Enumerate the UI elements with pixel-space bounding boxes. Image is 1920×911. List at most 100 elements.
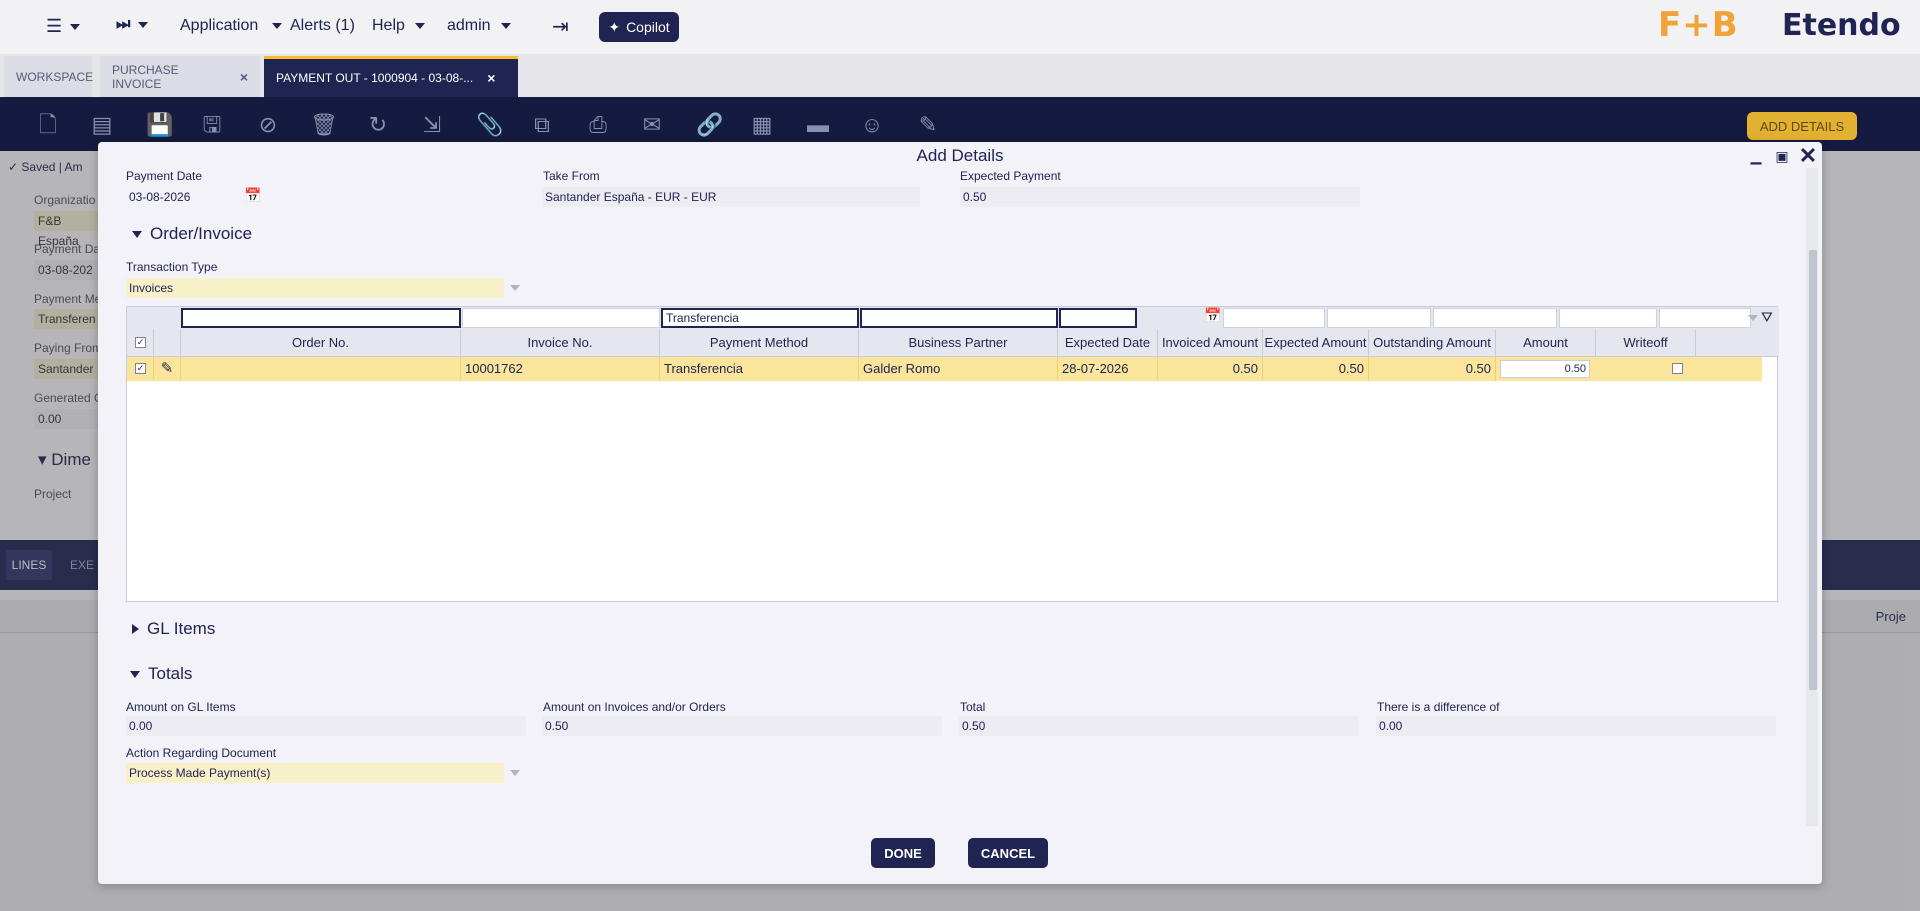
done-button[interactable]: DONE — [871, 838, 935, 868]
totals-section-toggle[interactable]: Totals — [130, 664, 192, 684]
logout-icon[interactable]: ⇥ — [552, 14, 569, 39]
new-document-icon[interactable]: 🗋 — [36, 113, 60, 137]
close-icon[interactable]: × — [487, 70, 495, 86]
order-invoice-section-toggle[interactable]: Order/Invoice — [132, 224, 252, 244]
cell-invoiced-amount: 0.50 — [1158, 357, 1263, 381]
copy-icon[interactable]: ⧉ — [530, 113, 554, 137]
order-invoice-section-title: Order/Invoice — [150, 224, 253, 243]
etendo-logo: Etendo — [1782, 8, 1901, 43]
chevron-down-icon[interactable] — [1748, 315, 1758, 321]
table-row[interactable]: ✓ ✎ 10001762 Transferencia Galder Romo 2… — [127, 357, 1762, 381]
calendar-icon[interactable]: 📅 — [1204, 307, 1221, 324]
total-field[interactable]: 0.50 — [959, 716, 1359, 736]
form-view-icon[interactable]: ▬ — [806, 113, 830, 137]
chevron-down-icon[interactable] — [510, 285, 520, 291]
gl-items-section-toggle[interactable]: GL Items — [132, 619, 215, 639]
pin-icon[interactable]: ✎ — [154, 357, 181, 381]
alerts-label: Alerts (1) — [290, 17, 355, 34]
cell-order-no — [181, 357, 461, 381]
cancel-button[interactable]: CANCEL — [968, 838, 1048, 868]
filter-row: Transferencia 📅 ⛛ — [127, 307, 1779, 329]
filter-writeoff[interactable] — [1659, 308, 1751, 328]
amount-input[interactable]: 0.50 — [1500, 360, 1590, 378]
column-invoice-no[interactable]: Invoice No. — [461, 329, 660, 357]
column-business-partner[interactable]: Business Partner — [859, 329, 1058, 357]
chat-icon[interactable]: ☺ — [860, 113, 884, 137]
help-menu[interactable]: Help — [372, 17, 425, 35]
collapse-icon — [130, 670, 140, 678]
filter-expected-amount[interactable] — [1327, 308, 1431, 328]
menu-list-button[interactable]: ☰ — [46, 16, 81, 37]
select-all-checkbox[interactable]: ✓ — [135, 337, 146, 348]
print-icon[interactable]: ⎙ — [586, 113, 610, 137]
refresh-icon[interactable]: ↻ — [366, 113, 390, 137]
add-details-button[interactable]: ADD DETAILS — [1747, 112, 1857, 140]
column-expected-amount[interactable]: Expected Amount — [1263, 329, 1369, 357]
column-order-no[interactable]: Order No. — [181, 329, 461, 357]
difference-label: There is a difference of — [1377, 700, 1500, 714]
copilot-label: Copilot — [626, 19, 670, 35]
application-menu-label: Application — [180, 17, 259, 34]
close-icon[interactable]: ✕ — [1798, 145, 1818, 167]
new-row-icon[interactable]: ▤ — [90, 113, 114, 137]
column-amount[interactable]: Amount — [1496, 329, 1596, 357]
filter-business-partner[interactable] — [860, 308, 1058, 328]
tab-payment-out[interactable]: PAYMENT OUT - 1000904 - 03-08-... × — [264, 56, 518, 97]
filter-invoiced-amount[interactable] — [1223, 308, 1325, 328]
row-select-cell[interactable]: ✓ — [127, 357, 154, 381]
filter-order-no[interactable] — [181, 308, 461, 328]
cancel-label: CANCEL — [980, 845, 1036, 861]
transaction-type-select[interactable]: Invoices — [126, 278, 504, 298]
column-outstanding-amount[interactable]: Outstanding Amount — [1369, 329, 1496, 357]
difference-field[interactable]: 0.00 — [1376, 716, 1776, 736]
notes-icon[interactable]: ✎ — [916, 113, 940, 137]
filter-expected-date[interactable] — [1059, 308, 1137, 328]
invoice-grid: Transferencia 📅 ⛛ ✓ Order No. Invoice No… — [126, 306, 1779, 602]
take-from-field[interactable]: Santander España - EUR - EUR — [542, 187, 920, 207]
application-menu[interactable]: Application — [180, 17, 283, 35]
link-icon[interactable]: 🔗 — [696, 113, 723, 137]
done-label: DONE — [884, 845, 922, 861]
alerts-link[interactable]: Alerts (1) — [290, 17, 355, 35]
column-writeoff[interactable]: Writeoff — [1596, 329, 1696, 357]
email-icon[interactable]: ✉ — [640, 113, 664, 137]
modal-scrollbar-thumb[interactable] — [1809, 250, 1817, 690]
undo-icon[interactable]: ⊘ — [256, 113, 280, 137]
action-select[interactable]: Process Made Payment(s) — [126, 763, 504, 783]
writeoff-checkbox[interactable] — [1672, 363, 1683, 374]
funnel-icon[interactable]: ⛛ — [1761, 309, 1773, 326]
column-expected-date[interactable]: Expected Date — [1058, 329, 1158, 357]
save-icon[interactable]: 💾 — [146, 113, 173, 137]
select-all-header[interactable]: ✓ — [127, 329, 154, 357]
calendar-icon[interactable]: 📅 — [244, 187, 261, 204]
expected-payment-field[interactable]: 0.50 — [960, 187, 1360, 207]
filter-outstanding-amount[interactable] — [1433, 308, 1557, 328]
close-icon[interactable]: × — [240, 69, 248, 85]
save-close-icon[interactable]: 🖫 — [200, 113, 224, 137]
amount-invoices-label: Amount on Invoices and/or Orders — [543, 700, 726, 714]
filter-payment-method[interactable]: Transferencia — [661, 308, 859, 328]
help-label: Help — [372, 17, 405, 34]
quick-launch-button[interactable]: ⏭ — [116, 16, 149, 34]
gl-items-section-title: GL Items — [147, 619, 216, 638]
export-icon[interactable]: ⇲ — [420, 113, 444, 137]
filter-list-icon[interactable]: ▦ — [750, 113, 774, 137]
fast-forward-icon: ⏭ — [116, 16, 131, 33]
column-payment-method[interactable]: Payment Method — [660, 329, 859, 357]
row-checkbox[interactable]: ✓ — [135, 363, 146, 374]
tab-workspace[interactable]: WORKSPACE — [4, 56, 93, 97]
attach-icon[interactable]: 📎 — [476, 113, 503, 137]
payment-date-field[interactable]: 03-08-2026 — [126, 187, 246, 207]
filter-invoice-no[interactable] — [462, 308, 660, 328]
user-menu[interactable]: admin — [447, 17, 511, 35]
column-invoiced-amount[interactable]: Invoiced Amount — [1158, 329, 1263, 357]
amount-invoices-field[interactable]: 0.50 — [542, 716, 942, 736]
tab-purchase-invoice[interactable]: PURCHASE INVOICE × — [100, 56, 260, 97]
delete-icon[interactable]: 🗑 — [310, 113, 338, 137]
chevron-down-icon[interactable] — [510, 770, 520, 776]
copilot-button[interactable]: ✦ Copilot — [599, 12, 679, 42]
maximize-icon[interactable]: ▣ — [1772, 146, 1792, 166]
amount-gl-field[interactable]: 0.00 — [126, 716, 526, 736]
filter-amount[interactable] — [1559, 308, 1657, 328]
minimize-icon[interactable]: ▁ — [1746, 146, 1766, 166]
